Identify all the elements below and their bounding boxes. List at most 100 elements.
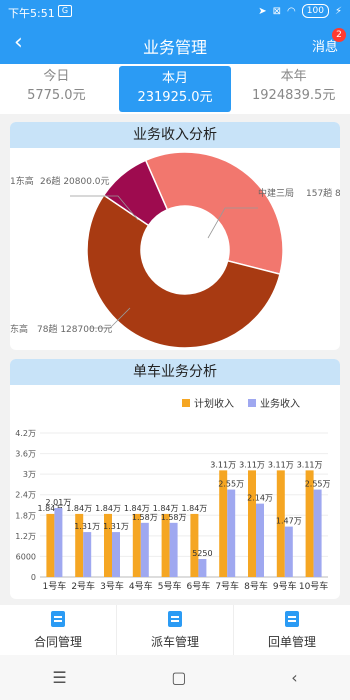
pie-label-left-top-detail: 26趟 20800.0元	[40, 177, 110, 187]
bottom-nav: 合同管理 派车管理 回单管理	[0, 605, 350, 655]
receipt-icon	[285, 611, 299, 627]
nav-contract-label: 合同管理	[33, 635, 82, 649]
back-nav-icon[interactable]: ‹	[291, 668, 297, 687]
pie-label-right-top-name: 中建三局	[258, 189, 295, 199]
bar-value-label: 1.84万	[181, 504, 207, 513]
tab-today-label: 今日	[43, 69, 70, 84]
y-tick-label: 3万	[23, 470, 36, 479]
tab-month-value: 231925.0元	[137, 90, 213, 105]
actual-bar[interactable]	[140, 522, 149, 577]
bar-value-label: 1.84万	[153, 504, 179, 513]
bar-value-label: 3.11万	[268, 460, 294, 469]
legend-plan-label: 计划收入	[194, 397, 234, 410]
y-tick-label: 1.8万	[15, 511, 36, 520]
pie-label-right-top-detail: 157趟 82	[306, 189, 340, 199]
bar-value-label: 2.55万	[305, 480, 331, 489]
contract-icon	[51, 611, 65, 627]
bar-value-label: 2.55万	[218, 480, 244, 489]
pie-label-left-bottom-name: 东高	[10, 325, 29, 335]
nav-dispatch-management[interactable]: 派车管理	[117, 605, 234, 655]
status-bar: 下午5:51 G ➤ ⊠ ◠ 100 ⚡	[0, 0, 350, 24]
tab-today-value: 5775.0元	[27, 88, 86, 103]
bar-value-label: 3.11万	[210, 460, 236, 469]
nav-receipt-management[interactable]: 回单管理	[234, 605, 350, 655]
x-category-label: 6号车	[187, 580, 211, 592]
plan-bar[interactable]	[190, 513, 199, 577]
home-icon[interactable]: ▢	[171, 668, 186, 687]
truck-icon	[168, 611, 182, 627]
x-category-label: 10号车	[299, 580, 328, 592]
bar-value-label: 3.11万	[297, 460, 323, 469]
actual-bar[interactable]	[198, 559, 207, 577]
actual-bar[interactable]	[169, 522, 178, 577]
menu-icon[interactable]: ☰	[52, 668, 66, 687]
wifi-icon: ◠	[287, 5, 296, 17]
vehicle-analysis-card: 单车业务分析 计划收入 业务收入 0 6000 1.2万 1.8万 2.4万 3万 3.6万…	[10, 359, 340, 599]
y-tick-label: 3.6万	[15, 450, 36, 459]
x-category-label: 8号车	[244, 580, 268, 592]
period-tabs: 今日 5775.0元 本月 231925.0元 本年 1924839.5元	[0, 64, 350, 114]
y-tick-label: 6000	[16, 552, 36, 561]
y-tick-label: 2.4万	[15, 491, 36, 500]
bar-value-label: 1.84万	[124, 504, 150, 513]
x-category-label: 9号车	[273, 580, 297, 592]
vehicle-card-title: 单车业务分析	[10, 359, 340, 385]
header: ‹ 业务管理 消息 2	[0, 24, 350, 64]
bar-value-label: 2.14万	[247, 494, 273, 503]
bar-value-label: 1.84万	[95, 504, 121, 513]
tab-today[interactable]: 今日 5775.0元	[0, 64, 113, 114]
bar-value-label: 1.31万	[74, 522, 100, 531]
y-tick-label: 4.2万	[15, 429, 36, 438]
status-time: 下午5:51	[8, 7, 55, 20]
bar-value-label: 1.58万	[161, 513, 187, 522]
vehicle-bar-chart: 计划收入 业务收入 0 6000 1.2万 1.8万 2.4万 3万 3.6万 4.2万 1.…	[15, 397, 331, 592]
pie-label-left-top-name: 1东高	[10, 177, 34, 187]
tab-this-month[interactable]: 本月 231925.0元	[118, 66, 232, 112]
tab-month-label: 本月	[162, 71, 189, 86]
plan-bar[interactable]	[248, 470, 256, 577]
y-tick-label: 1.2万	[15, 532, 36, 541]
legend-actual-swatch	[248, 399, 256, 407]
bar-value-label: 5250	[192, 549, 212, 558]
charging-icon: ⚡	[334, 5, 342, 17]
battery-icon: 100	[301, 4, 329, 18]
y-tick-label: 0	[31, 573, 36, 582]
location-icon: ➤	[258, 5, 267, 17]
legend-actual-label: 业务收入	[260, 397, 300, 410]
page-title: 业务管理	[142, 38, 207, 57]
status-g-icon: G	[58, 5, 72, 17]
x-category-label: 7号车	[215, 580, 239, 592]
actual-bar[interactable]	[256, 503, 264, 577]
actual-bar[interactable]	[83, 532, 92, 577]
actual-bar[interactable]	[284, 526, 293, 577]
x-category-label: 5号车	[158, 580, 182, 592]
x-category-label: 3号车	[100, 580, 124, 592]
close-icon: ⊠	[272, 5, 282, 17]
plan-bar[interactable]	[161, 513, 170, 577]
plan-bar[interactable]	[132, 513, 141, 577]
tab-year-label: 本年	[280, 69, 307, 84]
pie-label-left-bottom-detail: 78趟 128700.0元	[37, 325, 113, 335]
x-category-label: 1号车	[43, 580, 67, 592]
message-count-badge: 2	[332, 28, 346, 42]
actual-bar[interactable]	[54, 508, 63, 577]
bar-value-label: 1.84万	[66, 504, 92, 513]
income-card-title: 业务收入分析	[10, 122, 340, 148]
bar-value-label: 1.47万	[276, 517, 302, 526]
actual-bar[interactable]	[313, 489, 322, 577]
bar-value-label: 1.58万	[132, 513, 158, 522]
nav-contract-management[interactable]: 合同管理	[0, 605, 117, 655]
plan-bar[interactable]	[46, 513, 55, 577]
tab-this-year[interactable]: 本年 1924839.5元	[237, 64, 350, 114]
x-category-label: 2号车	[71, 580, 95, 592]
actual-bar[interactable]	[112, 532, 120, 577]
pie-slice-0[interactable]	[144, 151, 284, 276]
nav-receipt-label: 回单管理	[267, 635, 316, 649]
x-category-label: 4号车	[129, 580, 153, 592]
actual-bar[interactable]	[227, 489, 236, 577]
bar-value-label: 3.11万	[239, 460, 265, 469]
nav-dispatch-label: 派车管理	[150, 635, 199, 649]
tab-year-value: 1924839.5元	[252, 88, 336, 103]
income-analysis-card: 业务收入分析 1东高 26趟 20800.0元 中建三局 157趟 82 东高 …	[10, 122, 340, 350]
status-icons: ➤ ⊠ ◠ 100 ⚡	[258, 4, 342, 18]
